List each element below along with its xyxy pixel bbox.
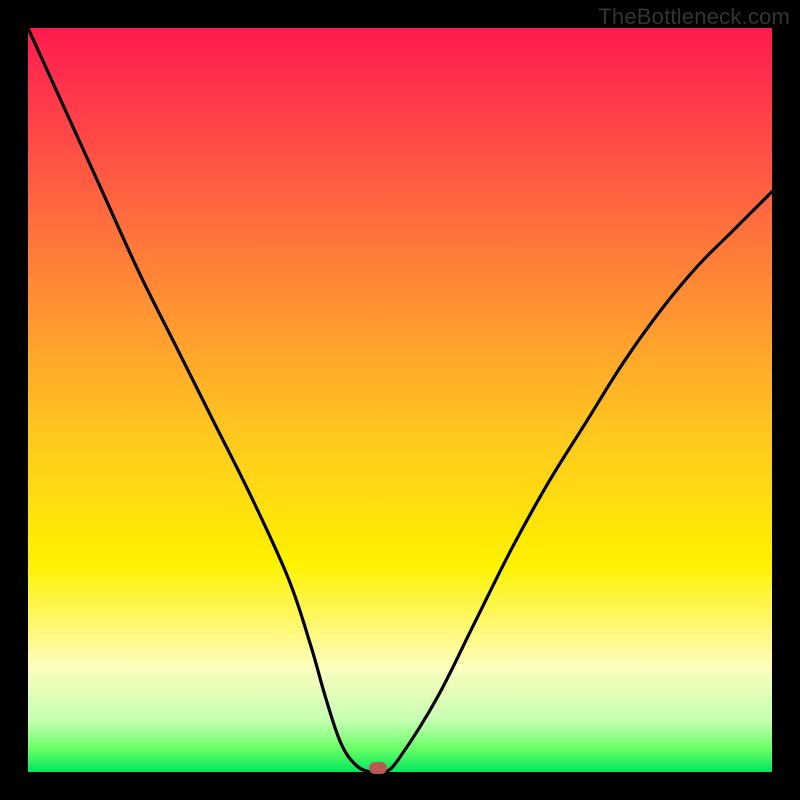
- outer-frame: TheBottleneck.com: [0, 0, 800, 800]
- optimal-marker: [369, 762, 387, 774]
- bottleneck-curve: [28, 28, 772, 772]
- watermark-text: TheBottleneck.com: [598, 4, 790, 30]
- plot-area: [28, 28, 772, 772]
